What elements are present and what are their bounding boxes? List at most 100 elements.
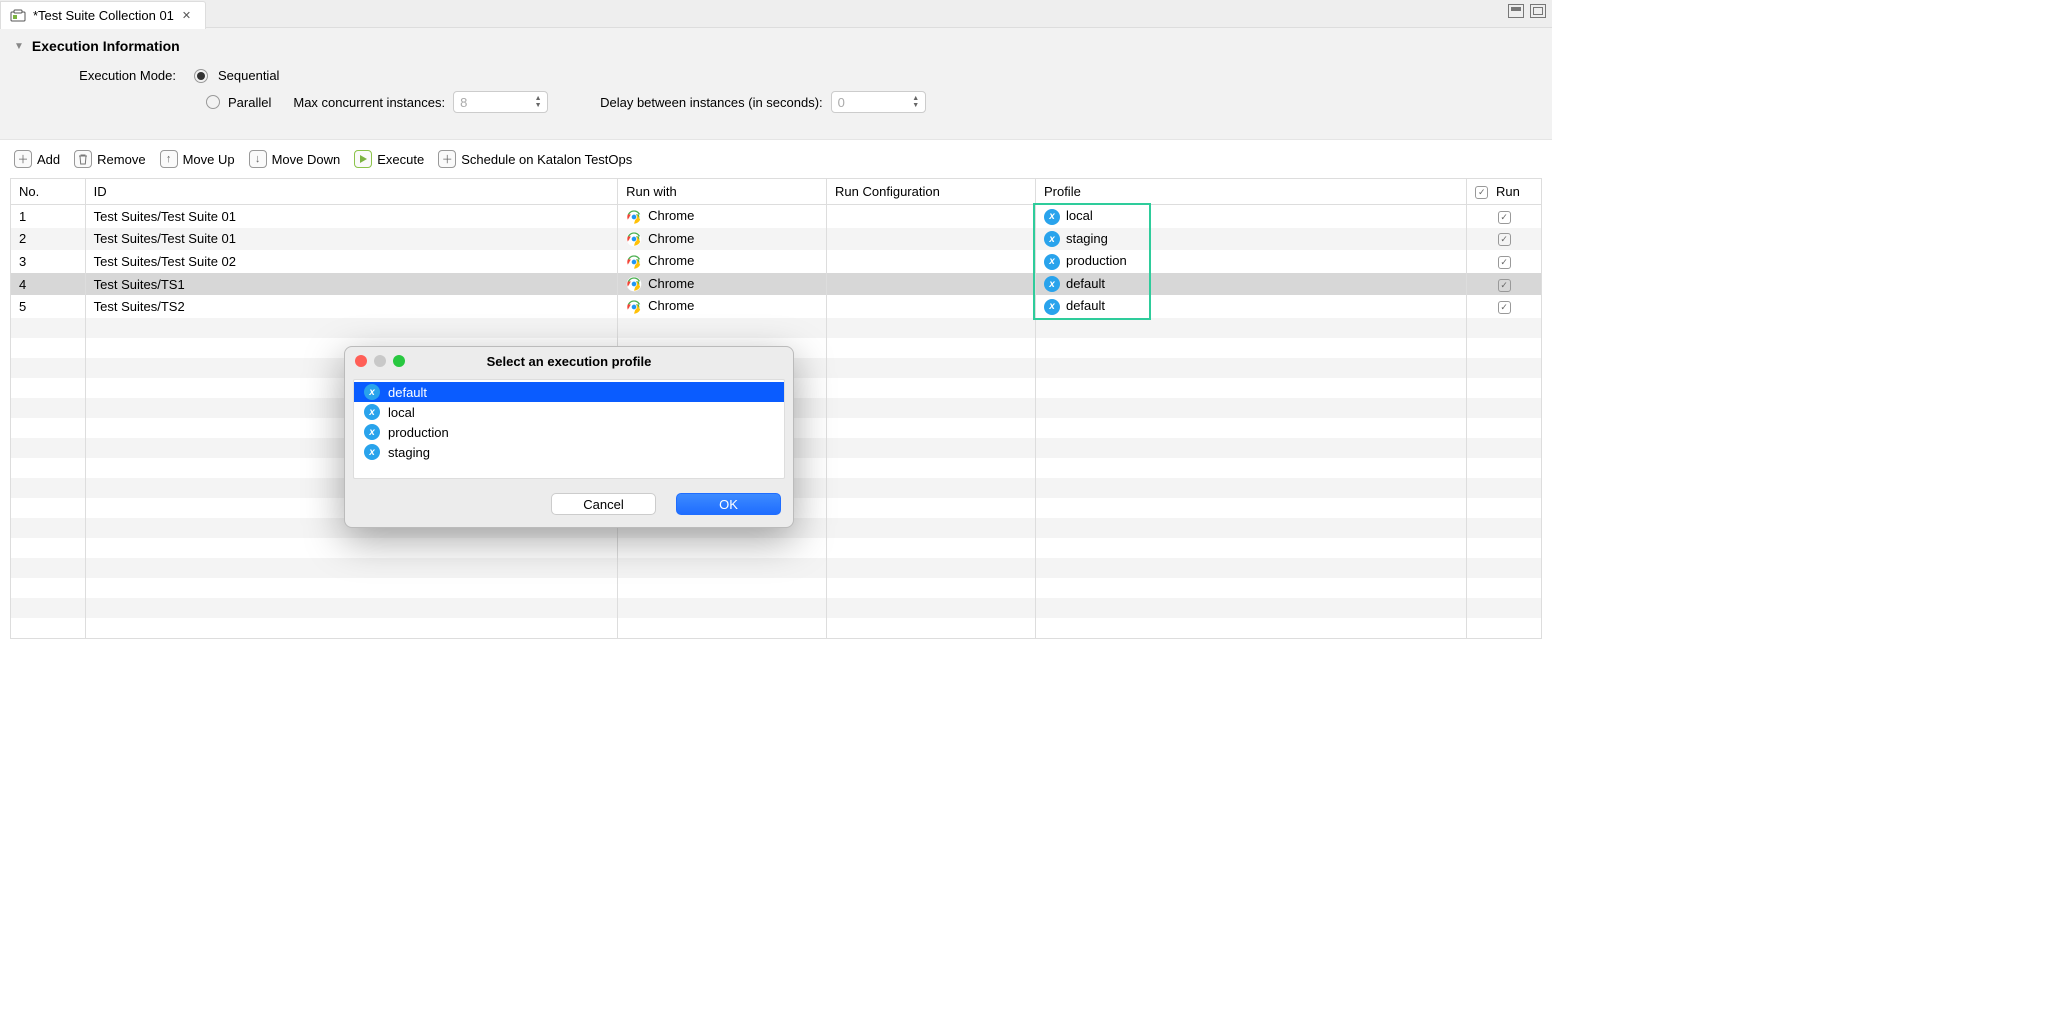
cell-run-configuration[interactable] bbox=[827, 205, 1036, 228]
max-concurrent-label: Max concurrent instances: bbox=[293, 95, 445, 110]
variable-icon: x bbox=[364, 444, 380, 460]
tab-title: *Test Suite Collection 01 bbox=[33, 8, 174, 23]
cell-profile[interactable]: xstaging bbox=[1035, 228, 1466, 251]
cell-profile[interactable]: xdefault bbox=[1035, 273, 1466, 296]
cell-run[interactable] bbox=[1467, 295, 1541, 318]
sequential-label: Sequential bbox=[218, 68, 279, 83]
max-concurrent-input[interactable]: 8 ▲▼ bbox=[453, 91, 548, 113]
profile-option[interactable]: xproduction bbox=[354, 422, 784, 442]
ok-button[interactable]: OK bbox=[676, 493, 781, 515]
profile-option[interactable]: x staging bbox=[354, 442, 784, 462]
table-row-empty bbox=[11, 598, 1541, 618]
profile-option-label: production bbox=[388, 425, 449, 440]
variable-icon: x bbox=[364, 384, 380, 400]
move-down-button[interactable]: ↓ Move Down bbox=[249, 150, 341, 168]
cell-run-with[interactable]: Chrome bbox=[618, 228, 827, 251]
run-checkbox[interactable] bbox=[1498, 256, 1511, 269]
close-icon[interactable]: ✕ bbox=[180, 9, 193, 22]
editor-tab[interactable]: *Test Suite Collection 01 ✕ bbox=[0, 1, 206, 29]
arrow-down-icon: ↓ bbox=[249, 150, 267, 168]
run-checkbox[interactable] bbox=[1498, 279, 1511, 292]
cell-no: 1 bbox=[11, 205, 85, 228]
run-checkbox[interactable] bbox=[1498, 233, 1511, 246]
delay-label: Delay between instances (in seconds): bbox=[600, 95, 823, 110]
cell-no: 3 bbox=[11, 250, 85, 273]
plus-icon: ＋ bbox=[438, 150, 456, 168]
run-all-checkbox[interactable] bbox=[1475, 186, 1488, 199]
col-header-no[interactable]: No. bbox=[11, 179, 85, 205]
delay-input[interactable]: 0 ▲▼ bbox=[831, 91, 926, 113]
table-row-empty bbox=[11, 558, 1541, 578]
dialog-title: Select an execution profile bbox=[345, 354, 793, 369]
cell-profile[interactable]: xproduction bbox=[1035, 250, 1466, 273]
profile-option[interactable]: xlocal bbox=[354, 402, 784, 422]
cell-run-with[interactable]: Chrome bbox=[618, 295, 827, 318]
table-row-empty bbox=[11, 318, 1541, 338]
parallel-radio[interactable] bbox=[206, 95, 220, 109]
col-header-run[interactable]: Run bbox=[1467, 179, 1541, 205]
remove-button[interactable]: Remove bbox=[74, 150, 145, 168]
table-row[interactable]: 1Test Suites/Test Suite 01Chrome xlocal bbox=[11, 205, 1541, 228]
col-header-run-with[interactable]: Run with bbox=[618, 179, 827, 205]
cell-run[interactable] bbox=[1467, 250, 1541, 273]
stepper-icon[interactable]: ▲▼ bbox=[531, 93, 545, 111]
profile-option-label: local bbox=[388, 405, 415, 420]
maximize-icon[interactable] bbox=[1530, 4, 1546, 18]
table-row-empty bbox=[11, 618, 1541, 638]
table-row[interactable]: 3Test Suites/Test Suite 02Chrome xproduct… bbox=[11, 250, 1541, 273]
cell-profile[interactable]: xlocal bbox=[1035, 205, 1466, 228]
profile-option-label: default bbox=[388, 385, 427, 400]
select-profile-dialog: Select an execution profile xdefaultxloc… bbox=[344, 346, 794, 528]
table-row[interactable]: 4Test Suites/TS1Chrome xdefault bbox=[11, 273, 1541, 296]
table-row-empty bbox=[11, 538, 1541, 558]
cell-run[interactable] bbox=[1467, 205, 1541, 228]
move-up-button[interactable]: ↑ Move Up bbox=[160, 150, 235, 168]
run-checkbox[interactable] bbox=[1498, 211, 1511, 224]
cancel-button[interactable]: Cancel bbox=[551, 493, 656, 515]
variable-icon: x bbox=[1044, 299, 1060, 315]
tab-bar: *Test Suite Collection 01 ✕ bbox=[0, 0, 1552, 28]
cell-profile[interactable]: xdefault bbox=[1035, 295, 1466, 318]
cell-no: 5 bbox=[11, 295, 85, 318]
variable-icon: x bbox=[364, 404, 380, 420]
cell-run-with[interactable]: Chrome bbox=[618, 205, 827, 228]
profile-list: xdefaultxlocalxproductionxstaging bbox=[353, 379, 785, 479]
cell-no: 4 bbox=[11, 273, 85, 296]
cell-run-with[interactable]: Chrome bbox=[618, 250, 827, 273]
schedule-testops-button[interactable]: ＋ Schedule on Katalon TestOps bbox=[438, 150, 632, 168]
test-suite-collection-icon bbox=[9, 7, 27, 25]
cell-run-configuration[interactable] bbox=[827, 250, 1036, 273]
cell-run[interactable] bbox=[1467, 228, 1541, 251]
toolbar: ＋ Add Remove ↑ Move Up ↓ Move Down Execu… bbox=[0, 140, 1552, 178]
variable-icon: x bbox=[1044, 209, 1060, 225]
cell-run[interactable] bbox=[1467, 273, 1541, 296]
parallel-label: Parallel bbox=[228, 95, 271, 110]
profile-option[interactable]: x default bbox=[354, 382, 784, 402]
variable-icon: x bbox=[1044, 254, 1060, 270]
execution-information-section: ▼ Execution Information Execution Mode: … bbox=[0, 28, 1552, 140]
add-button[interactable]: ＋ Add bbox=[14, 150, 60, 168]
cell-id: Test Suites/Test Suite 01 bbox=[85, 228, 617, 251]
col-header-profile[interactable]: Profile bbox=[1035, 179, 1466, 205]
execute-button[interactable]: Execute bbox=[354, 150, 424, 168]
cell-run-with[interactable]: Chrome bbox=[618, 273, 827, 296]
cell-id: Test Suites/TS2 bbox=[85, 295, 617, 318]
col-header-id[interactable]: ID bbox=[85, 179, 617, 205]
cell-id: Test Suites/Test Suite 01 bbox=[85, 205, 617, 228]
minimize-icon[interactable] bbox=[1508, 4, 1524, 18]
table-row[interactable]: 2Test Suites/Test Suite 01Chromexstaging bbox=[11, 228, 1541, 251]
stepper-icon[interactable]: ▲▼ bbox=[909, 93, 923, 111]
cell-run-configuration[interactable] bbox=[827, 228, 1036, 251]
table-row-empty bbox=[11, 578, 1541, 598]
cell-run-configuration[interactable] bbox=[827, 273, 1036, 296]
variable-icon: x bbox=[1044, 231, 1060, 247]
run-checkbox[interactable] bbox=[1498, 301, 1511, 314]
collapse-caret-icon[interactable]: ▼ bbox=[14, 41, 24, 52]
table-row[interactable]: 5Test Suites/TS2Chrome xdefault bbox=[11, 295, 1541, 318]
cell-run-configuration[interactable] bbox=[827, 295, 1036, 318]
cell-id: Test Suites/TS1 bbox=[85, 273, 617, 296]
col-header-run-configuration[interactable]: Run Configuration bbox=[827, 179, 1036, 205]
profile-option-label: staging bbox=[388, 445, 430, 460]
sequential-radio[interactable] bbox=[194, 69, 208, 83]
cell-id: Test Suites/Test Suite 02 bbox=[85, 250, 617, 273]
